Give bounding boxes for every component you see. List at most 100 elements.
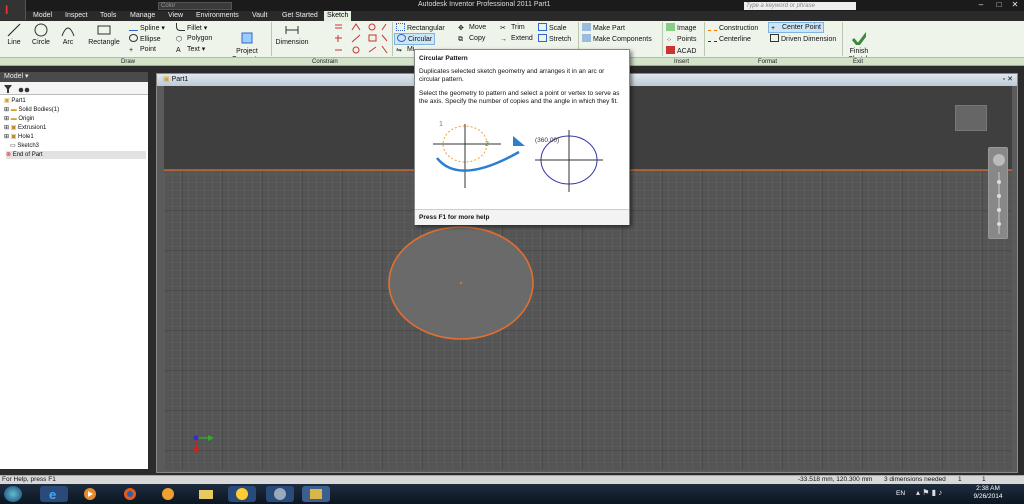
- clock-time: 2:38 AM: [976, 485, 1000, 492]
- stretch-button[interactable]: Stretch: [538, 34, 571, 44]
- move-label: Move: [469, 24, 487, 31]
- exit-panel-label[interactable]: Exit: [853, 58, 863, 66]
- copy-button[interactable]: ⧉ Copy: [458, 34, 485, 43]
- format-panel-label[interactable]: Format: [758, 58, 777, 66]
- viewcube[interactable]: [955, 105, 987, 131]
- ribbon-separator: [662, 22, 663, 56]
- close-button[interactable]: ✕: [1006, 0, 1024, 10]
- dimension-icon: [285, 26, 299, 34]
- tab-tools[interactable]: Tools: [100, 11, 116, 21]
- tab-sketch[interactable]: Sketch: [324, 11, 352, 21]
- spline-button[interactable]: Spline ▾: [129, 23, 165, 33]
- folder-icon: ▬: [10, 116, 17, 122]
- ellipse-button[interactable]: Ellipse: [129, 34, 161, 44]
- firefox-icon[interactable]: [116, 486, 144, 502]
- minimize-button[interactable]: –: [972, 0, 990, 10]
- construction-button[interactable]: Construction: [708, 23, 758, 33]
- dimension-label: Dimension: [275, 39, 309, 46]
- app-icon[interactable]: [154, 486, 182, 502]
- application-menu-button[interactable]: I: [0, 0, 26, 20]
- tray-icons[interactable]: ▴ ⚑ ▮ ♪: [916, 488, 942, 497]
- polygon-button[interactable]: ⬡ Polygon: [176, 34, 212, 43]
- dimension-button[interactable]: Dimension: [274, 23, 310, 46]
- rectangle-button[interactable]: Rectangle: [86, 23, 122, 46]
- rectangular-pattern-icon: [396, 23, 405, 31]
- ribbon-tabs: Model Inspect Tools Manage View Environm…: [26, 11, 1024, 21]
- fillet-button[interactable]: Fillet ▾: [176, 23, 207, 33]
- constraint-icons-grid[interactable]: [332, 22, 390, 56]
- centerline-button[interactable]: Centerline: [708, 34, 751, 44]
- tree-item-origin[interactable]: ⊞ ▬ Origin: [4, 115, 34, 123]
- document-close-icon[interactable]: ▫ ✕: [1003, 74, 1013, 86]
- explorer-folder-icon[interactable]: [192, 486, 220, 502]
- text-button[interactable]: A Text ▾: [176, 45, 205, 54]
- image-button[interactable]: Image: [666, 23, 696, 33]
- tab-model[interactable]: Model: [33, 11, 52, 21]
- zoom-icon[interactable]: [997, 194, 1001, 198]
- tab-get-started[interactable]: Get Started: [282, 11, 318, 21]
- color-dropdown[interactable]: Color: [158, 2, 232, 10]
- internet-explorer-icon[interactable]: e: [40, 486, 68, 502]
- system-clock[interactable]: 2:38 AM 9/26/2014: [968, 485, 1008, 501]
- extend-button[interactable]: → Extend: [500, 34, 533, 43]
- look-at-icon[interactable]: [997, 222, 1001, 226]
- navigation-bar[interactable]: [988, 147, 1008, 239]
- paint-icon[interactable]: [266, 486, 294, 502]
- scale-button[interactable]: Scale: [538, 23, 567, 33]
- scale-icon: [538, 23, 547, 31]
- rectangular-pattern-button[interactable]: Rectangular: [396, 23, 445, 33]
- filter-icon[interactable]: [4, 85, 12, 93]
- line-button[interactable]: Line: [4, 23, 24, 46]
- tree-item-hole1[interactable]: ⊞ ▣ Hole1: [4, 133, 34, 141]
- tree-item-part1[interactable]: ▣ Part1: [4, 97, 26, 105]
- tab-inspect[interactable]: Inspect: [65, 11, 88, 21]
- steering-wheel-icon[interactable]: [993, 154, 1005, 166]
- start-button[interactable]: [4, 486, 22, 502]
- points-button[interactable]: ⁘ Points: [666, 35, 696, 44]
- line-label: Line: [7, 39, 21, 46]
- tab-vault[interactable]: Vault: [252, 11, 267, 21]
- trim-label: Trim: [511, 24, 525, 31]
- draw-panel-label[interactable]: Draw: [121, 58, 135, 66]
- app-icon[interactable]: [228, 486, 256, 502]
- orbit-icon[interactable]: [997, 208, 1001, 212]
- constrain-panel-label[interactable]: Constrain: [312, 58, 338, 66]
- circle-button[interactable]: Circle: [30, 23, 52, 46]
- make-part-button[interactable]: Make Part: [582, 23, 625, 33]
- pan-icon[interactable]: [997, 180, 1001, 184]
- tree-item-label: Hole1: [18, 134, 34, 140]
- arc-icon: [61, 27, 75, 37]
- tab-manage[interactable]: Manage: [130, 11, 155, 21]
- trim-button[interactable]: ✂ Trim: [500, 23, 525, 32]
- acad-button[interactable]: ACAD: [666, 46, 696, 56]
- circle-center-point[interactable]: [459, 281, 463, 285]
- binoculars-icon[interactable]: [18, 87, 30, 93]
- centerline-label: Centerline: [719, 36, 751, 43]
- insert-panel-label[interactable]: Insert: [674, 58, 689, 66]
- stretch-icon: [538, 34, 547, 42]
- end-of-part-icon: ⊗: [6, 152, 12, 158]
- point-button[interactable]: + Point: [129, 45, 156, 54]
- tree-item-solid-bodies[interactable]: ⊞ ▬ Solid Bodies(1): [4, 106, 59, 114]
- tree-item-end-of-part[interactable]: ⊗ End of Part: [6, 151, 146, 159]
- tree-item-sketch3[interactable]: ▭ Sketch3: [10, 142, 39, 150]
- splitter[interactable]: [148, 66, 156, 475]
- media-player-icon[interactable]: [76, 486, 104, 502]
- move-button[interactable]: ✥ Move: [458, 23, 486, 32]
- tab-view[interactable]: View: [168, 11, 183, 21]
- tab-environments[interactable]: Environments: [196, 11, 239, 21]
- circular-pattern-button[interactable]: Circular: [394, 33, 436, 45]
- model-browser-header[interactable]: Model ▾: [0, 72, 148, 82]
- tree-item-extrusion1[interactable]: ⊞ ▣ Extrusion1: [4, 124, 46, 132]
- driven-dimension-button[interactable]: Driven Dimension: [770, 34, 836, 44]
- search-input[interactable]: Type a keyword or phrase: [744, 2, 856, 10]
- make-components-button[interactable]: Make Components: [582, 34, 652, 44]
- construction-icon: [708, 23, 717, 31]
- arc-button[interactable]: Arc: [58, 23, 78, 46]
- copy-icon: ⧉: [458, 36, 463, 43]
- center-point-button[interactable]: + Center Point: [768, 22, 824, 33]
- inventor-taskbar-icon[interactable]: [302, 486, 330, 502]
- language-indicator[interactable]: EN: [896, 490, 905, 497]
- construction-label: Construction: [719, 25, 759, 32]
- mirror-button[interactable]: ⇋ Mi: [396, 45, 414, 54]
